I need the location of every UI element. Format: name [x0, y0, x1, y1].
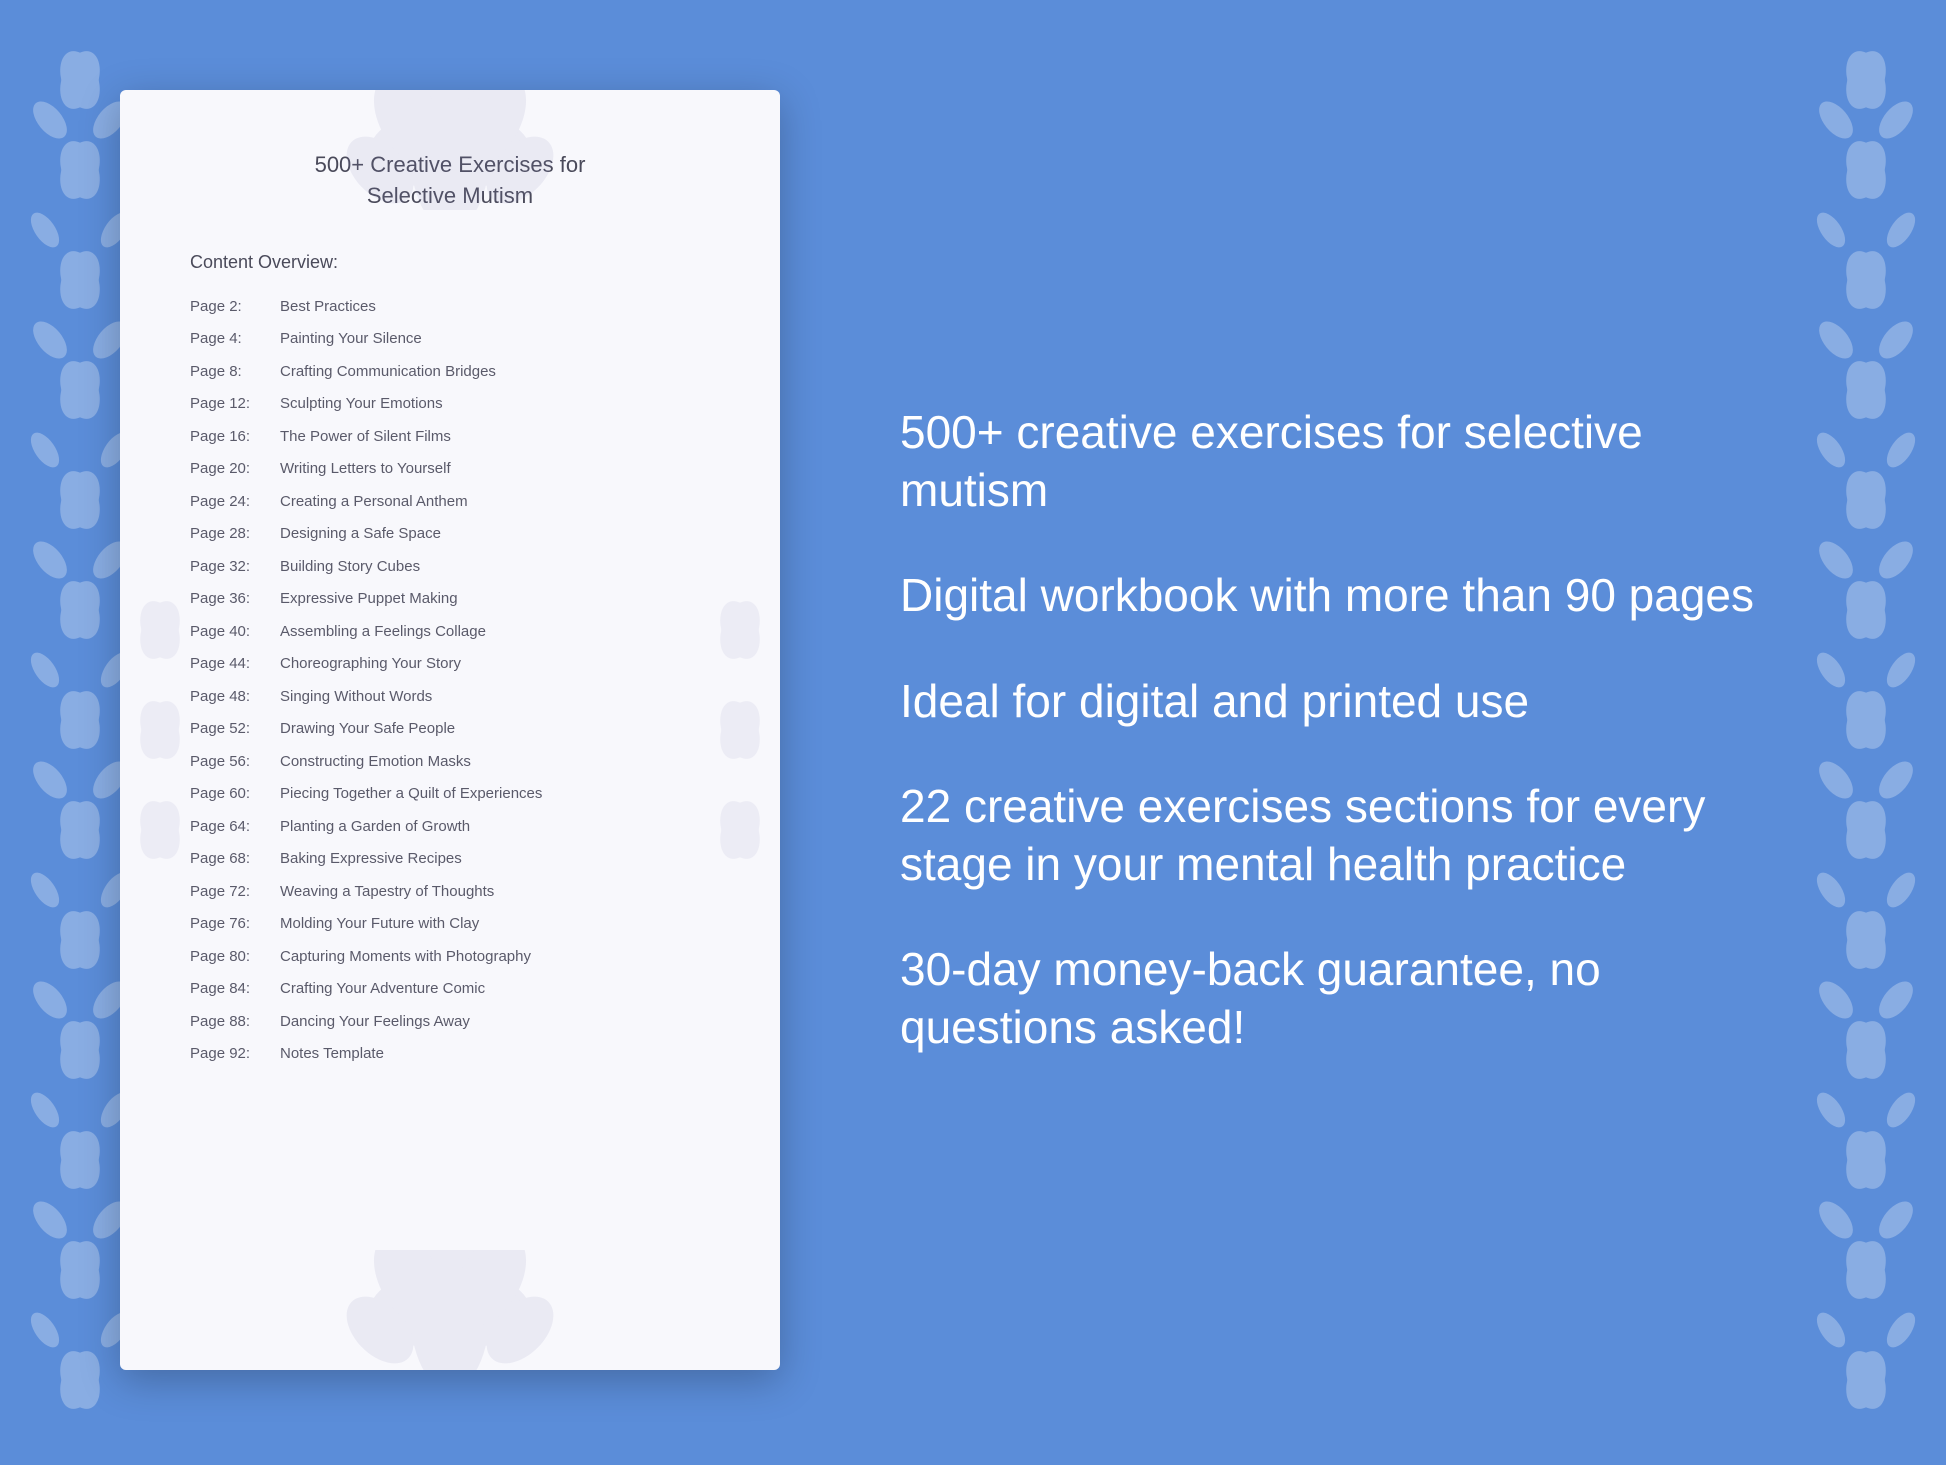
toc-item: Page 28:Designing a Safe Space [190, 518, 710, 551]
toc-item: Page 80:Capturing Moments with Photograp… [190, 941, 710, 974]
toc-page-number: Page 4: [190, 328, 280, 351]
toc-title: Crafting Communication Bridges [280, 363, 496, 380]
feature-item: 30-day money-back guarantee, no question… [900, 941, 1786, 1056]
toc-item: Page 60:Piecing Together a Quilt of Expe… [190, 778, 710, 811]
toc-title: Capturing Moments with Photography [280, 948, 531, 965]
toc-title: Singing Without Words [280, 688, 432, 705]
toc-title: Drawing Your Safe People [280, 720, 455, 737]
toc-item: Page 56:Constructing Emotion Masks [190, 746, 710, 779]
feature-item: 500+ creative exercises for selective mu… [900, 404, 1786, 519]
toc-title: Piecing Together a Quilt of Experiences [280, 785, 542, 802]
toc-page-number: Page 16: [190, 426, 280, 449]
toc-page-number: Page 56: [190, 751, 280, 774]
toc-item: Page 20:Writing Letters to Yourself [190, 453, 710, 486]
toc-title: Notes Template [280, 1045, 384, 1062]
toc-page-number: Page 76: [190, 913, 280, 936]
document-mockup: 500+ Creative Exercises for Selective Mu… [120, 90, 780, 1370]
toc-title: Writing Letters to Yourself [280, 460, 451, 477]
page-watermark-top [280, 90, 620, 210]
toc-item: Page 40:Assembling a Feelings Collage [190, 616, 710, 649]
toc-page-number: Page 40: [190, 621, 280, 644]
toc-title: Sculpting Your Emotions [280, 395, 443, 412]
toc-title: Constructing Emotion Masks [280, 753, 471, 770]
toc-item: Page 2:Best Practices [190, 291, 710, 324]
toc-title: Weaving a Tapestry of Thoughts [280, 883, 494, 900]
toc-title: Planting a Garden of Growth [280, 818, 470, 835]
toc-page-number: Page 60: [190, 783, 280, 806]
toc-item: Page 8:Crafting Communication Bridges [190, 356, 710, 389]
toc-page-number: Page 72: [190, 881, 280, 904]
toc-page-number: Page 68: [190, 848, 280, 871]
toc-title: Building Story Cubes [280, 558, 420, 575]
toc-title: Baking Expressive Recipes [280, 850, 462, 867]
toc-page-number: Page 48: [190, 686, 280, 709]
toc-item: Page 12:Sculpting Your Emotions [190, 388, 710, 421]
table-of-contents: Page 2:Best PracticesPage 4:Painting You… [190, 291, 710, 1071]
toc-title: Best Practices [280, 298, 376, 315]
page-watermark-right [700, 580, 780, 880]
toc-page-number: Page 52: [190, 718, 280, 741]
toc-item: Page 84:Crafting Your Adventure Comic [190, 973, 710, 1006]
toc-item: Page 88:Dancing Your Feelings Away [190, 1006, 710, 1039]
toc-page-number: Page 12: [190, 393, 280, 416]
features-panel: 500+ creative exercises for selective mu… [860, 384, 1826, 1076]
main-layout: 500+ Creative Exercises for Selective Mu… [0, 0, 1946, 1460]
toc-title: Creating a Personal Anthem [280, 493, 468, 510]
toc-page-number: Page 20: [190, 458, 280, 481]
toc-page-number: Page 2: [190, 296, 280, 319]
toc-title: Expressive Puppet Making [280, 590, 458, 607]
toc-page-number: Page 80: [190, 946, 280, 969]
toc-item: Page 64:Planting a Garden of Growth [190, 811, 710, 844]
toc-page-number: Page 44: [190, 653, 280, 676]
toc-item: Page 16:The Power of Silent Films [190, 421, 710, 454]
toc-title: Dancing Your Feelings Away [280, 1013, 470, 1030]
feature-item: Digital workbook with more than 90 pages [900, 567, 1786, 625]
toc-item: Page 48:Singing Without Words [190, 681, 710, 714]
toc-title: Crafting Your Adventure Comic [280, 980, 485, 997]
toc-page-number: Page 24: [190, 491, 280, 514]
content-overview-label: Content Overview: [190, 252, 710, 273]
toc-title: Designing a Safe Space [280, 525, 441, 542]
page-watermark-left [120, 580, 200, 880]
toc-page-number: Page 64: [190, 816, 280, 839]
toc-page-number: Page 8: [190, 361, 280, 384]
feature-item: 22 creative exercises sections for every… [900, 778, 1786, 893]
toc-page-number: Page 32: [190, 556, 280, 579]
toc-item: Page 92:Notes Template [190, 1038, 710, 1071]
toc-title: The Power of Silent Films [280, 428, 451, 445]
toc-item: Page 36:Expressive Puppet Making [190, 583, 710, 616]
toc-page-number: Page 92: [190, 1043, 280, 1066]
toc-item: Page 4:Painting Your Silence [190, 323, 710, 356]
toc-page-number: Page 28: [190, 523, 280, 546]
feature-item: Ideal for digital and printed use [900, 673, 1786, 731]
toc-item: Page 44:Choreographing Your Story [190, 648, 710, 681]
page-watermark-bottom [280, 1250, 620, 1370]
toc-page-number: Page 36: [190, 588, 280, 611]
toc-page-number: Page 88: [190, 1011, 280, 1034]
toc-title: Assembling a Feelings Collage [280, 623, 486, 640]
toc-item: Page 24:Creating a Personal Anthem [190, 486, 710, 519]
toc-item: Page 68:Baking Expressive Recipes [190, 843, 710, 876]
toc-item: Page 72:Weaving a Tapestry of Thoughts [190, 876, 710, 909]
toc-page-number: Page 84: [190, 978, 280, 1001]
toc-item: Page 32:Building Story Cubes [190, 551, 710, 584]
toc-item: Page 52:Drawing Your Safe People [190, 713, 710, 746]
toc-title: Molding Your Future with Clay [280, 915, 479, 932]
toc-title: Painting Your Silence [280, 330, 422, 347]
toc-item: Page 76:Molding Your Future with Clay [190, 908, 710, 941]
toc-title: Choreographing Your Story [280, 655, 461, 672]
